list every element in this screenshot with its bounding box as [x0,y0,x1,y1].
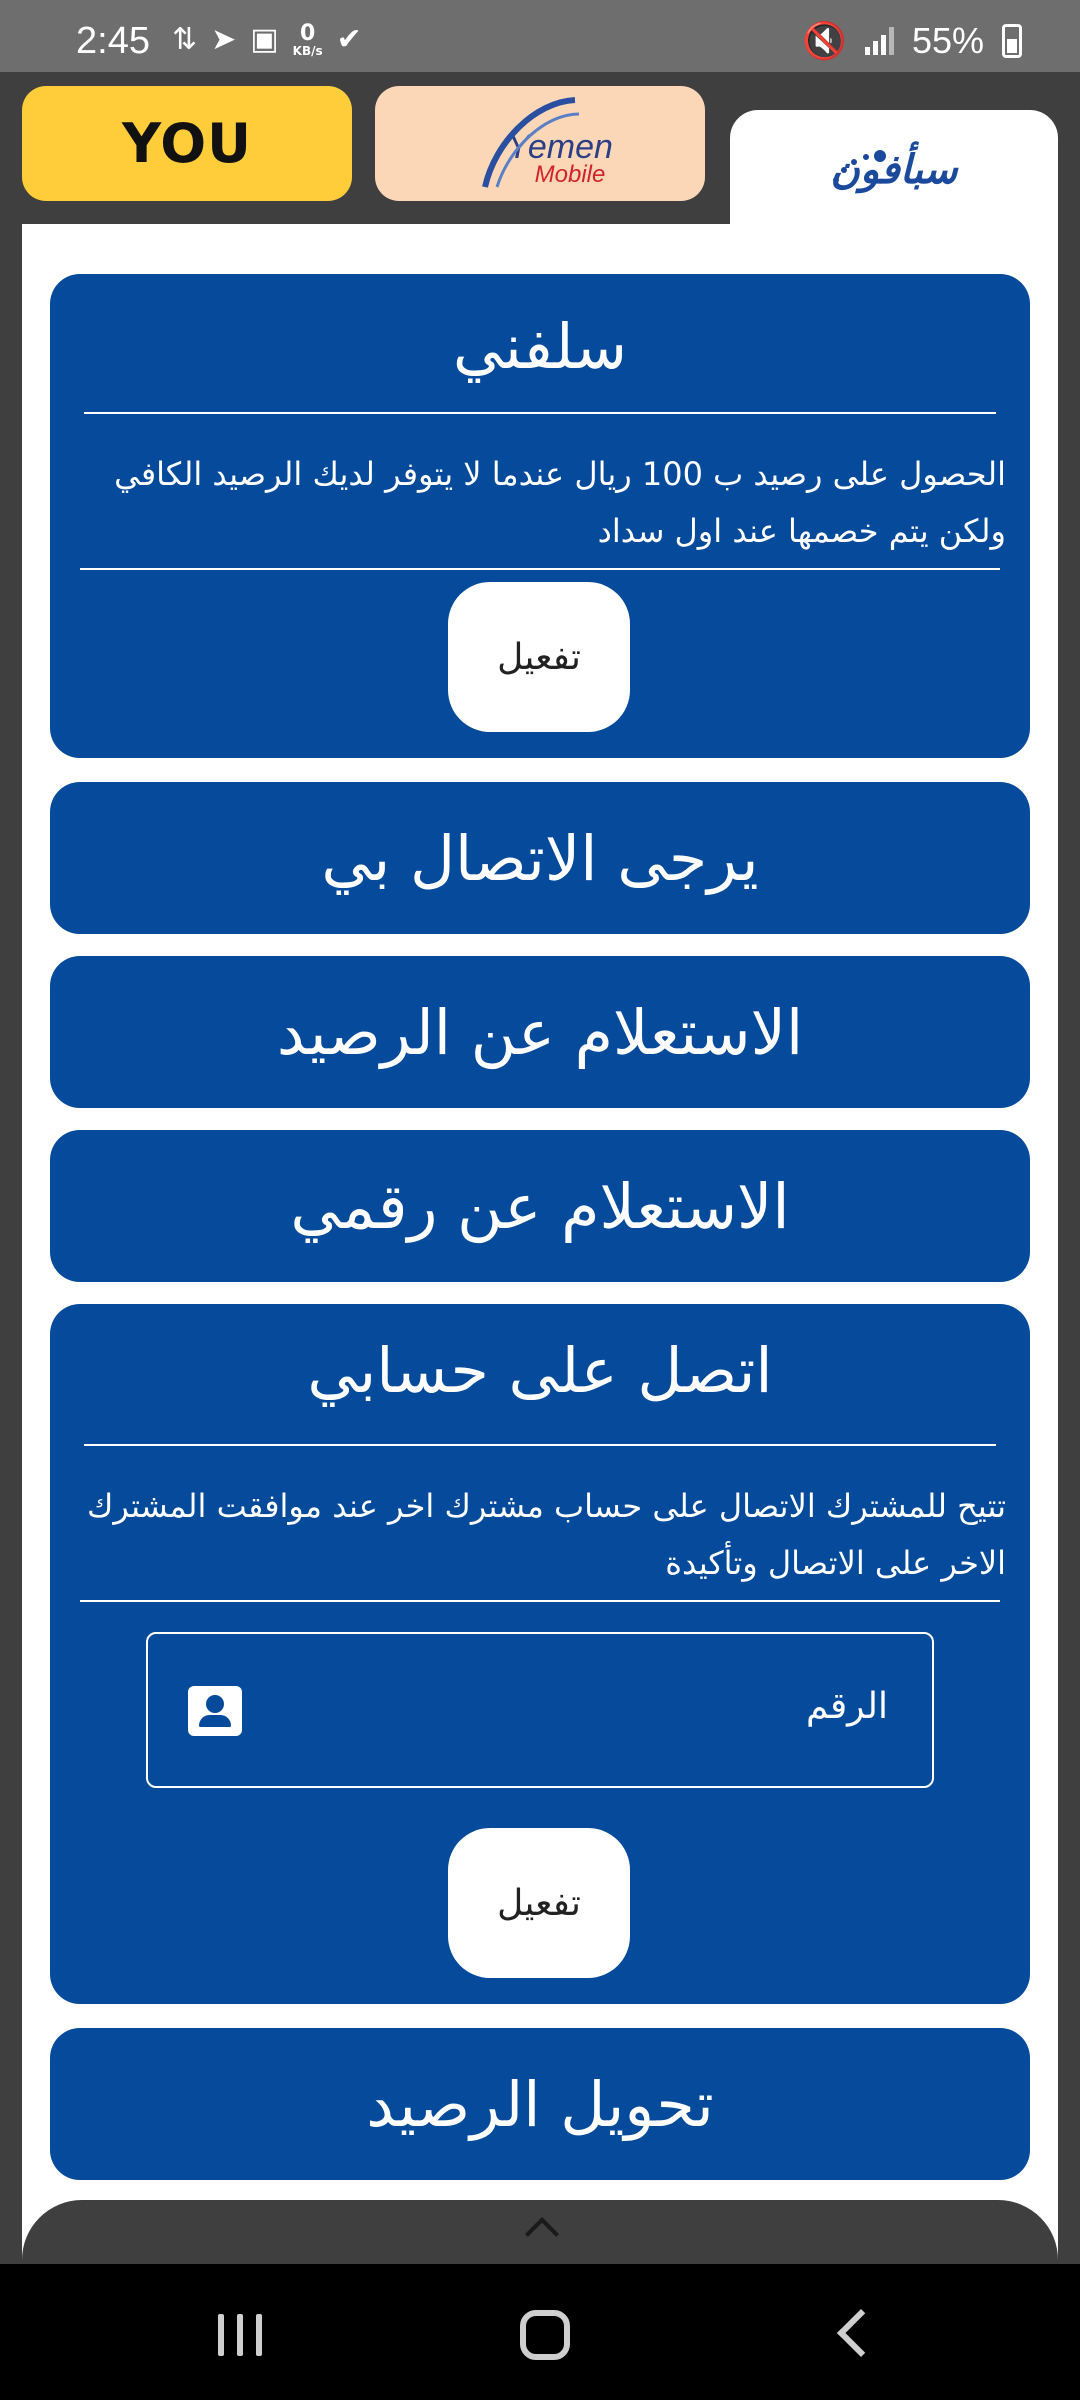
card-transfer-balance-title: تحويل الرصيد [366,2067,714,2141]
yemen-mobile-swoosh-icon [482,97,580,188]
number-input-label: الرقم [805,1686,888,1727]
call-on-account-activate-button[interactable]: تفعيل [448,1828,630,1978]
divider [84,412,996,414]
status-time: 2:45 [76,20,150,62]
card-balance-inquiry[interactable]: الاستعلام عن الرصيد [50,956,1030,1108]
tab-sabafon[interactable]: سبأفون [730,110,1058,230]
you-logo-text: YOU [122,112,252,175]
mute-icon: 🔇 [802,20,847,61]
tab-you[interactable]: YOU [22,86,352,201]
check-circle-icon: ✔ [336,22,362,57]
salafni-activate-button[interactable]: تفعيل [448,582,630,732]
telegram-icon: ➤ [211,22,237,57]
card-number-inquiry-title: الاستعلام عن رقمي [290,1169,790,1243]
card-balance-inquiry-title: الاستعلام عن الرصيد [276,995,804,1069]
gallery-icon: ▣ [250,22,279,57]
battery-text: 55% [911,20,984,61]
number-input-field[interactable]: الرقم [146,1632,934,1788]
card-call-on-account-description: تتيح للمشترك الاتصال على حساب مشترك اخر … [87,1487,1006,1582]
home-button[interactable] [520,2310,570,2360]
card-salafni-description: الحصول على رصيد ب 100 ريال عندما لا يتوف… [114,455,1006,550]
card-transfer-balance[interactable]: تحويل الرصيد [50,2028,1030,2180]
card-call-on-account-title: اتصل على حسابي [307,1334,773,1407]
signal-icon [864,27,894,55]
battery-charging-icon [1002,24,1022,58]
network-activity-icon: ⇅ [172,22,198,57]
status-bar: 2:45 ⇅ ➤ ▣ 0 KB/s ✔ 🔇 55% [0,0,1080,72]
divider [80,568,1000,570]
contact-icon[interactable] [188,1686,242,1736]
navigation-bar [0,2264,1080,2400]
divider [84,1444,996,1446]
card-call-me-title: يرجى الاتصال بي [321,821,759,895]
chevron-up-icon[interactable] [525,2217,559,2251]
sabafon-dots-icon [833,150,886,183]
data-speed-unit: KB/s [292,43,323,58]
back-button[interactable] [836,2308,886,2358]
status-icons-right: 🔇 55% [802,20,1022,62]
card-call-on-account: اتصل على حسابي تتيح للمشترك الاتصال على … [50,1304,1030,2004]
data-speed-icon: 0 KB/s [292,20,323,58]
tab-yemen-mobile[interactable]: Yemen Mobile [375,86,705,201]
card-number-inquiry[interactable]: الاستعلام عن رقمي [50,1130,1030,1282]
status-icons-left: ⇅ ➤ ▣ 0 KB/s ✔ [172,22,362,57]
services-panel: سلفني الحصول على رصيد ب 100 ريال عندما ل… [22,224,1058,2264]
card-salafni: سلفني الحصول على رصيد ب 100 ريال عندما ل… [50,274,1030,758]
bottom-sheet-handle[interactable] [22,2200,1058,2266]
card-call-me[interactable]: يرجى الاتصال بي [50,782,1030,934]
card-salafni-title: سلفني [452,310,628,383]
divider [80,1600,1000,1602]
data-speed-value: 0 [299,20,316,46]
recents-button[interactable] [218,2314,262,2356]
